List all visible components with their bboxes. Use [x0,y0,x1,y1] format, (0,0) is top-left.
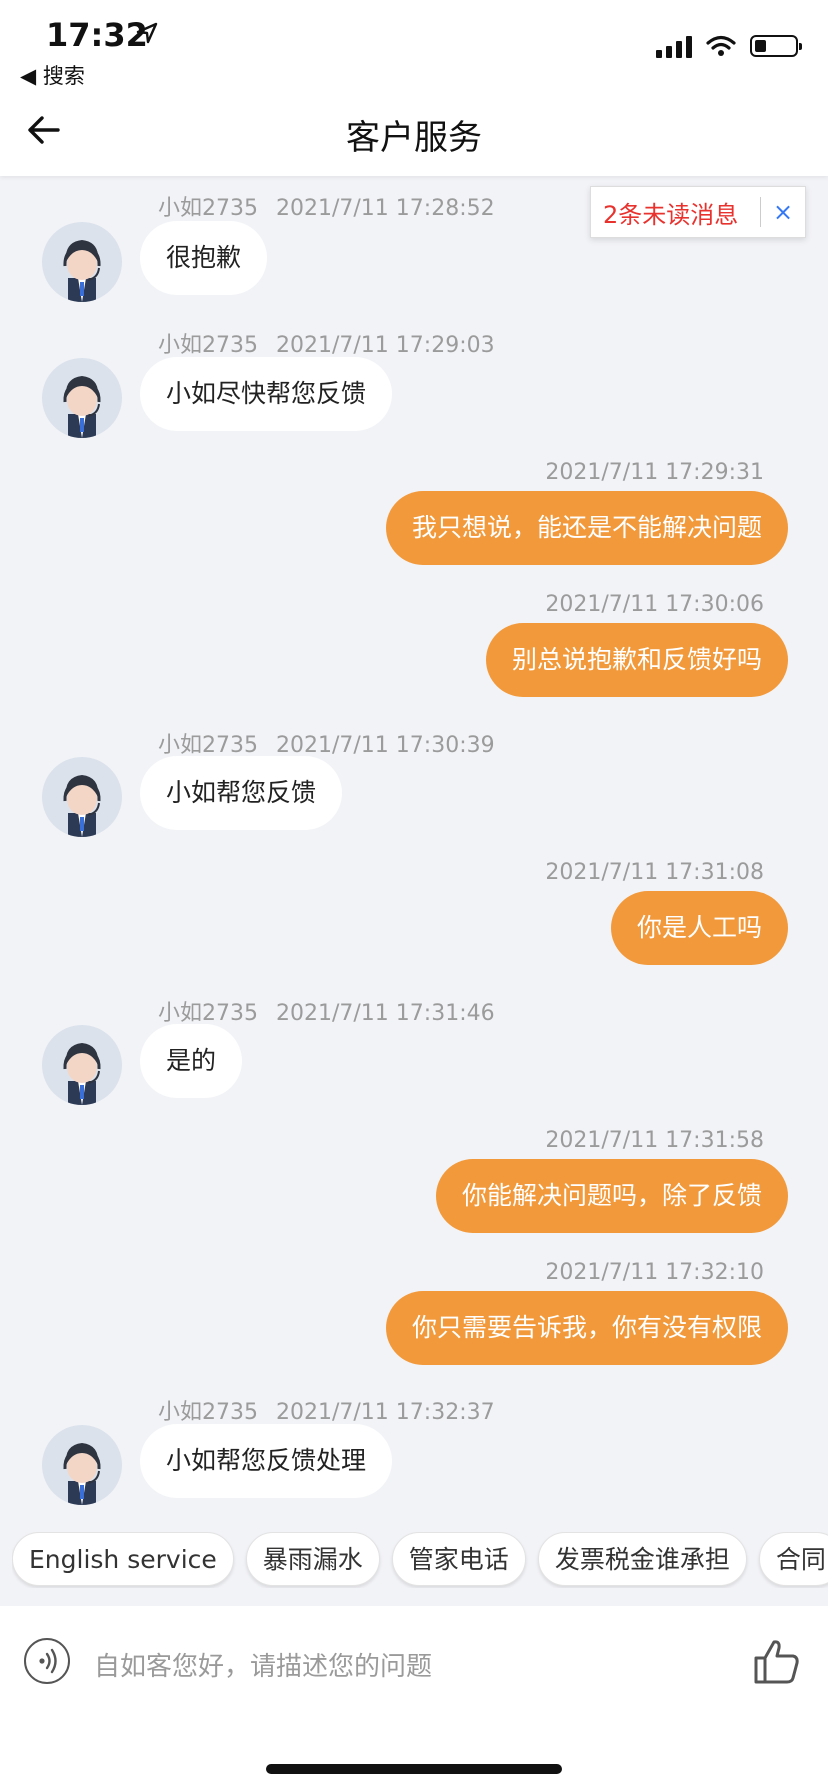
message-time: 2021/7/11 17:30:06 [545,592,764,617]
sender-name: 小如2735 [158,1400,258,1425]
outgoing-message-bubble[interactable]: 别总说抱歉和反馈好吗 [485,623,788,697]
quick-reply-chip[interactable]: 发票税金谁承担 [537,1532,747,1586]
message-meta: 小如2735 2021/7/11 17:30:39 [158,727,495,759]
top-bar: 17:32 ◀ 搜索 客户服务 [0,0,828,176]
message-time: 2021/7/11 17:29:31 [545,460,764,485]
close-icon[interactable]: × [761,198,805,226]
headset-agent-avatar [63,1043,101,1105]
incoming-message-bubble[interactable]: 很抱歉 [140,221,268,295]
message-time: 2021/7/11 17:28:52 [276,196,495,221]
headset-agent-avatar [63,775,101,837]
status-icons [656,34,802,58]
home-indicator[interactable] [266,1764,562,1774]
message-time: 2021/7/11 17:29:03 [276,333,495,358]
headset-agent-avatar [63,1443,101,1505]
agent-avatar[interactable] [42,358,122,438]
voice-icon[interactable] [24,1638,70,1684]
back-to-app-link[interactable]: ◀ 搜索 [20,60,85,90]
message-meta: 小如2735 2021/7/11 17:32:37 [158,1394,495,1426]
message-meta: 小如2735 2021/7/11 17:31:46 [158,995,495,1027]
voice-wave-icon [39,1648,57,1674]
outgoing-message-bubble[interactable]: 你只需要告诉我，你有没有权限 [385,1291,788,1365]
agent-avatar[interactable] [42,222,122,302]
unread-messages-banner[interactable]: 2条未读消息 × [590,186,806,238]
quick-reply-bar: English service 暴雨漏水 管家电话 发票税金谁承担 合同 [12,1532,828,1588]
incoming-message-bubble[interactable]: 小如尽快帮您反馈 [140,357,393,431]
outgoing-message-bubble[interactable]: 你是人工吗 [610,891,788,965]
message-time: 2021/7/11 17:31:46 [276,1001,495,1026]
incoming-message-bubble[interactable]: 小如帮您反馈 [140,756,343,830]
outgoing-message-bubble[interactable]: 你能解决问题吗，除了反馈 [435,1159,788,1233]
message-time: 2021/7/11 17:32:37 [276,1400,495,1425]
headset-agent-avatar [63,376,101,438]
sender-name: 小如2735 [158,1001,258,1026]
message-input[interactable]: 自如客您好，请描述您的问题 [94,1646,432,1683]
sender-name: 小如2735 [158,196,258,221]
agent-avatar[interactable] [42,1425,122,1505]
message-meta: 小如2735 2021/7/11 17:28:52 [158,190,495,222]
message-time: 2021/7/11 17:32:10 [545,1260,764,1285]
message-time: 2021/7/11 17:31:58 [545,1128,764,1153]
message-time: 2021/7/11 17:30:39 [276,733,495,758]
sender-name: 小如2735 [158,333,258,358]
agent-avatar[interactable] [42,1025,122,1105]
sender-name: 小如2735 [158,733,258,758]
unread-count-label[interactable]: 2条未读消息 [591,195,760,230]
quick-reply-chip[interactable]: English service [12,1532,234,1586]
headset-agent-avatar [63,240,101,302]
message-time: 2021/7/11 17:31:08 [545,860,764,885]
location-arrow-icon [136,22,158,44]
quick-reply-chip[interactable]: 暴雨漏水 [245,1532,380,1586]
battery-icon [750,35,802,57]
signal-icon [656,34,692,58]
outgoing-message-bubble[interactable]: 我只想说，能还是不能解决问题 [385,491,788,565]
incoming-message-bubble[interactable]: 小如帮您反馈处理 [140,1424,393,1498]
quick-reply-chip[interactable]: 合同 [758,1532,828,1586]
page-title: 客户服务 [346,118,482,158]
thumbs-up-icon[interactable] [752,1636,802,1686]
quick-reply-chip[interactable]: 管家电话 [391,1532,526,1586]
message-meta: 小如2735 2021/7/11 17:29:03 [158,327,495,359]
status-time: 17:32 [46,16,148,54]
agent-avatar[interactable] [42,757,122,837]
wifi-icon [706,35,736,56]
incoming-message-bubble[interactable]: 是的 [140,1024,243,1098]
